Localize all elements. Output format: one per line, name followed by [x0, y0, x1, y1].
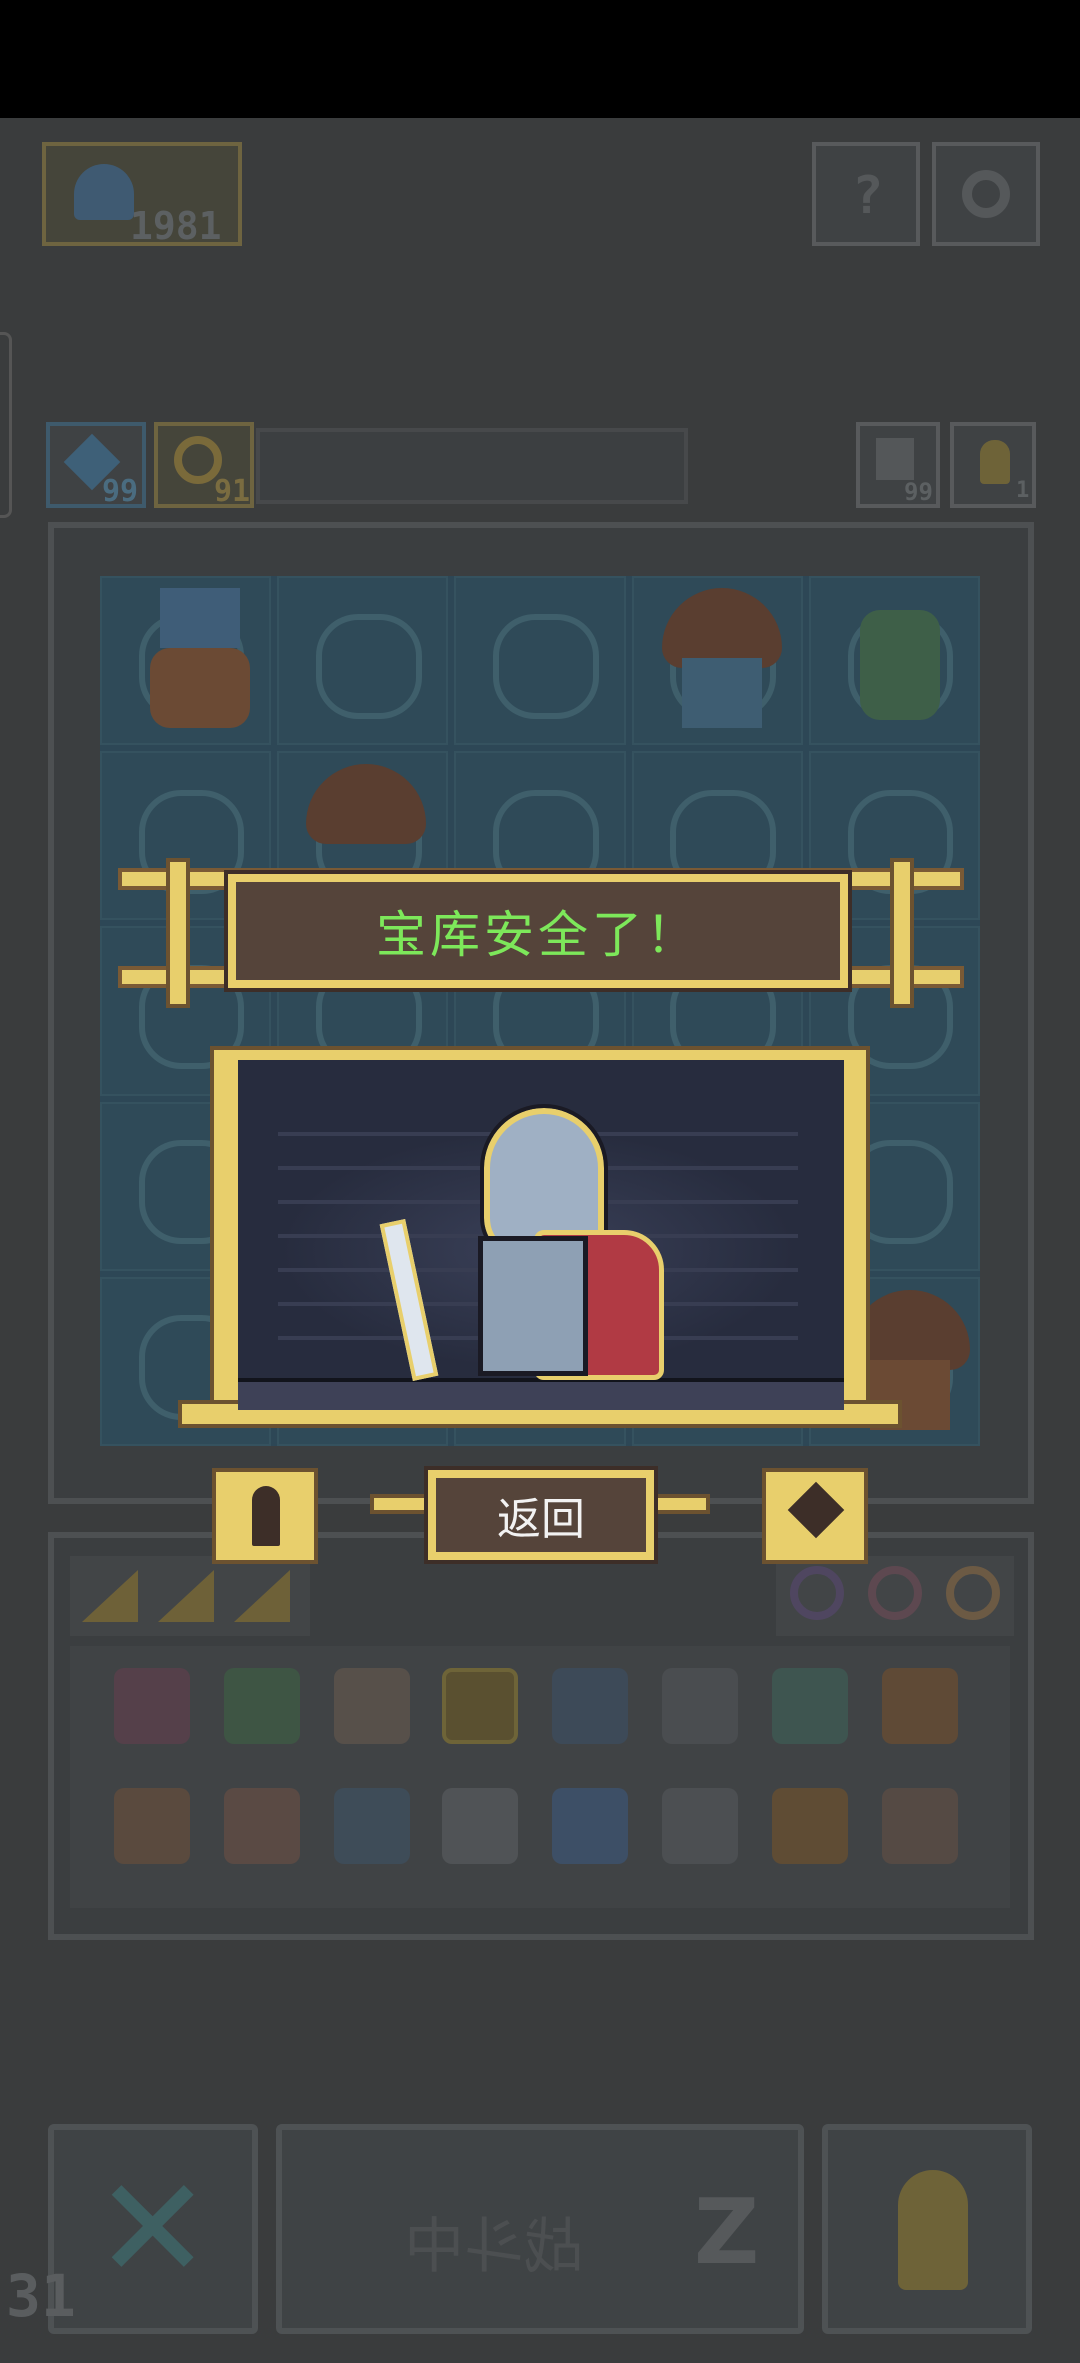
item-slot[interactable]	[662, 1668, 738, 1744]
item-slot[interactable]	[224, 1788, 300, 1864]
mushroom-unit-icon[interactable]	[296, 764, 436, 874]
heart-icon	[787, 1481, 845, 1539]
corner-number: 31	[6, 2262, 76, 2330]
ring-slots	[776, 1556, 1014, 1636]
dragon-unit-icon[interactable]	[820, 590, 970, 740]
cancel-button[interactable]: ✕	[48, 2124, 258, 2334]
house-resource[interactable]: 99	[856, 422, 940, 508]
progress-bar	[256, 428, 688, 504]
item-slot[interactable]	[552, 1788, 628, 1864]
question-icon: ?	[852, 166, 884, 226]
right-tower[interactable]	[762, 1468, 868, 1564]
house-count: 99	[904, 478, 933, 506]
dialog-title-plate: 宝库安全了！	[224, 870, 852, 992]
gear-icon	[962, 170, 1010, 218]
item-slot[interactable]	[224, 1668, 300, 1744]
dialog-title: 宝库安全了！	[376, 906, 700, 964]
battle-button[interactable]: 战斗中 Z	[276, 2124, 804, 2334]
item-slot[interactable]	[114, 1788, 190, 1864]
back-label: 返回	[497, 1494, 585, 1545]
board-cell[interactable]	[277, 576, 449, 746]
item-slot[interactable]	[662, 1788, 738, 1864]
mushroom-unit-icon[interactable]	[652, 588, 792, 738]
item-slot[interactable]	[442, 1668, 518, 1744]
sleep-icon: Z	[694, 2180, 760, 2285]
triangle-icon[interactable]	[82, 1570, 138, 1622]
trophy-counter[interactable]: 1981	[42, 142, 242, 248]
help-button[interactable]: ?	[812, 142, 920, 246]
status-bar	[0, 0, 1080, 118]
side-tab[interactable]	[0, 332, 12, 518]
demon-unit-icon[interactable]	[140, 588, 260, 738]
knight-body	[478, 1236, 588, 1376]
left-tower[interactable]	[212, 1468, 318, 1564]
pawn-icon	[252, 1486, 280, 1546]
item-slot[interactable]	[552, 1668, 628, 1744]
banner-post-right	[890, 858, 914, 1008]
stone-floor	[238, 1378, 844, 1410]
item-slot[interactable]	[772, 1788, 848, 1864]
ring-icon[interactable]	[868, 1566, 922, 1620]
item-grid	[70, 1646, 1010, 1908]
item-slot[interactable]	[114, 1668, 190, 1744]
item-slot[interactable]	[334, 1668, 410, 1744]
item-slot[interactable]	[772, 1668, 848, 1744]
house-icon	[876, 438, 914, 480]
blue-count: 99	[102, 474, 139, 509]
ring-icon[interactable]	[790, 1566, 844, 1620]
gold-resource[interactable]: 91	[154, 422, 254, 509]
blue-resource[interactable]: 99	[46, 422, 146, 509]
item-slot[interactable]	[442, 1788, 518, 1864]
item-slot[interactable]	[334, 1788, 410, 1864]
board-cell[interactable]	[454, 576, 626, 746]
settings-button[interactable]	[932, 142, 1040, 246]
close-icon: ✕	[94, 2148, 212, 2311]
pawn-button[interactable]	[822, 2124, 1032, 2334]
trophy-count: 1981	[130, 204, 222, 248]
pawn-resource[interactable]: 1	[950, 422, 1036, 508]
battle-label: 战斗中	[404, 2212, 584, 2282]
inventory-tabs	[70, 1556, 310, 1636]
banner-post-left	[166, 858, 190, 1008]
ring-icon[interactable]	[946, 1566, 1000, 1620]
gold-count: 91	[214, 474, 251, 509]
triangle-icon[interactable]	[158, 1570, 214, 1622]
victory-scene	[238, 1060, 844, 1410]
triangle-icon[interactable]	[234, 1570, 290, 1622]
pawn-icon	[898, 2170, 968, 2290]
helmet-icon	[74, 164, 134, 220]
pawn-icon	[980, 440, 1010, 484]
item-slot[interactable]	[882, 1788, 958, 1864]
pawn-count: 1	[1016, 478, 1030, 503]
item-slot[interactable]	[882, 1668, 958, 1744]
back-button[interactable]: 返回	[424, 1466, 658, 1564]
